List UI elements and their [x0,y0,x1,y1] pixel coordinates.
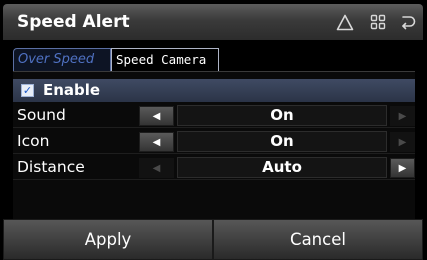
setting-label: Distance [17,158,85,176]
apply-button[interactable]: Apply [3,219,213,260]
icon-right-arrow: ▶ [390,132,415,152]
button-bar: Apply Cancel [3,219,423,260]
icon-left-arrow[interactable]: ◀ [139,132,174,152]
distance-right-arrow[interactable]: ▶ [390,158,415,178]
setting-row-sound: Sound ◀ On ▶ [13,104,415,128]
back-icon[interactable] [397,11,419,33]
tab-speed-camera[interactable]: Speed Camera [111,48,219,71]
sound-value: On [177,105,387,126]
cancel-button[interactable]: Cancel [213,219,423,260]
grid-menu-icon[interactable] [367,11,389,33]
tab-over-speed[interactable]: Over Speed [13,48,111,71]
enable-label: Enable [43,81,101,99]
setting-row-icon: Icon ◀ On ▶ [13,130,415,154]
setting-label: Icon [17,132,50,150]
title-bar: Speed Alert [3,4,423,40]
sound-right-arrow: ▶ [390,106,415,126]
distance-left-arrow: ◀ [139,158,174,178]
screen-title: Speed Alert [17,12,130,32]
speed-alert-screen: Speed Alert Over Speed Speed Camera ✓ En… [0,0,427,260]
distance-value: Auto [177,157,387,178]
enable-row[interactable]: ✓ Enable [13,79,415,102]
warning-triangle-icon[interactable] [334,11,356,33]
enable-checkbox[interactable]: ✓ [21,84,34,97]
settings-panel: ✓ Enable Sound ◀ On ▶ Icon ◀ On ▶ Distan… [13,71,415,220]
setting-label: Sound [17,106,66,124]
sound-left-arrow[interactable]: ◀ [139,106,174,126]
setting-row-distance: Distance ◀ Auto ▶ [13,156,415,180]
icon-value: On [177,131,387,152]
